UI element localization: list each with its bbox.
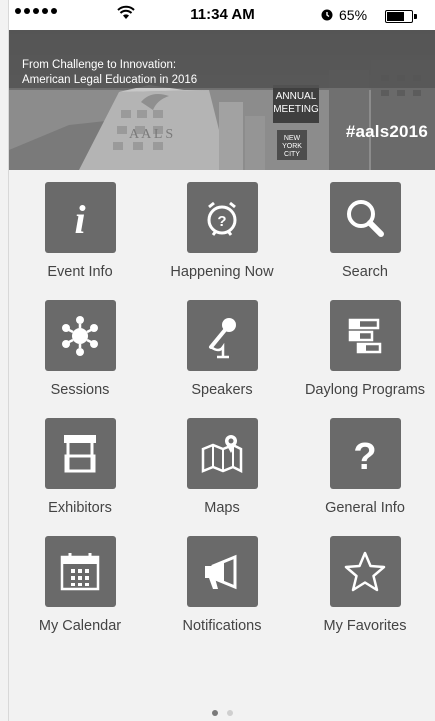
menu-item-label: Sessions xyxy=(50,382,110,398)
menu-item-label: Search xyxy=(342,264,388,280)
menu-item-label: Notifications xyxy=(182,618,262,634)
menu-item-label: Event Info xyxy=(47,264,113,280)
city-line-3: CITY xyxy=(284,151,300,158)
battery-icon xyxy=(385,10,417,23)
question-icon: ? xyxy=(353,436,376,478)
battery-percentage: 65% xyxy=(339,7,368,23)
menu-item-speakers[interactable]: Speakers xyxy=(151,288,293,406)
city-line-1: NEW xyxy=(284,135,301,142)
app-screen: 11:34 AM 65% A A L S ANNUAL MEETING NEW … xyxy=(8,0,435,721)
info-icon: i xyxy=(74,197,85,242)
microphone-icon xyxy=(209,317,236,358)
page-indicator[interactable] xyxy=(9,710,435,716)
status-bar: 11:34 AM 65% xyxy=(9,0,435,30)
star-icon xyxy=(344,551,386,591)
svg-text:?: ? xyxy=(353,436,376,478)
menu-item-daylong-programs[interactable]: Daylong Programs xyxy=(294,288,435,406)
event-hashtag: #aals2016 xyxy=(345,122,428,141)
menu-item-sessions[interactable]: Sessions xyxy=(9,288,151,406)
programs-icon xyxy=(348,318,382,353)
menu-item-label: Speakers xyxy=(191,382,253,398)
menu-item-label: Happening Now xyxy=(170,264,274,280)
calendar-icon xyxy=(60,552,100,590)
menu-item-label: Exhibitors xyxy=(48,500,112,516)
tagline-line-1: From Challenge to Innovation: xyxy=(22,59,177,71)
booth-icon xyxy=(64,434,96,472)
event-banner: A A L S ANNUAL MEETING NEW YORK CITY Fro… xyxy=(9,30,435,170)
building-lettering: A A L S xyxy=(129,127,173,142)
svg-text:?: ? xyxy=(217,213,226,230)
tagline-line-2: American Legal Education in 2016 xyxy=(22,74,198,86)
alarm-icon xyxy=(321,9,333,21)
menu-item-exhibitors[interactable]: Exhibitors xyxy=(9,406,151,524)
city-line-2: YORK xyxy=(282,143,302,150)
sessions-icon xyxy=(62,315,98,356)
svg-text:i: i xyxy=(74,197,85,242)
banner-tagline: From Challenge to Innovation: American L… xyxy=(22,58,197,88)
clock-time: 11:34 AM xyxy=(190,6,255,23)
menu-item-notifications[interactable]: Notifications xyxy=(151,524,293,642)
menu-item-label: My Calendar xyxy=(38,618,122,634)
menu-item-general-info[interactable]: ? General Info xyxy=(294,406,435,524)
menu-item-my-calendar[interactable]: My Calendar xyxy=(9,524,151,642)
sign-line-2: MEETING xyxy=(273,104,319,115)
menu-item-my-favorites[interactable]: My Favorites xyxy=(294,524,435,642)
menu-item-event-info[interactable]: i Event Info xyxy=(9,170,151,288)
menu-item-maps[interactable]: Maps xyxy=(151,406,293,524)
menu-item-label: General Info xyxy=(325,500,405,516)
search-icon xyxy=(347,199,384,237)
menu-item-label: My Favorites xyxy=(323,618,407,634)
menu-item-label: Daylong Programs xyxy=(304,382,426,398)
menu-item-label: Maps xyxy=(204,500,240,516)
menu-item-search[interactable]: Search xyxy=(294,170,435,288)
page-dot-1[interactable] xyxy=(212,710,218,716)
cityscape-image: A A L S ANNUAL MEETING NEW YORK CITY xyxy=(9,30,435,170)
menu-item-happening-now[interactable]: ? Happening Now xyxy=(151,170,293,288)
page-dot-2[interactable] xyxy=(227,710,233,716)
sign-line-1: ANNUAL xyxy=(276,91,317,102)
alarm-clock-icon: ? xyxy=(207,201,237,236)
megaphone-icon xyxy=(205,554,237,589)
map-icon xyxy=(201,434,243,473)
